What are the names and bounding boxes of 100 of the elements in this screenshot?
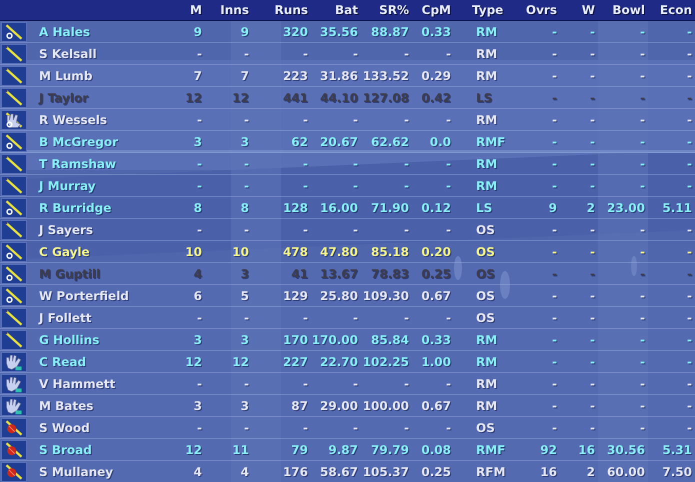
- column-header[interactable]: Bat: [311, 3, 361, 17]
- table-cell: -: [353, 112, 358, 126]
- table-cell: 5: [240, 288, 249, 302]
- column-header[interactable]: W: [560, 3, 598, 17]
- table-cell: -: [353, 178, 358, 192]
- table-cell: 30.56: [607, 442, 645, 456]
- table-cell: -: [353, 310, 358, 324]
- table-cell: RM: [476, 354, 498, 368]
- table-cell: -: [552, 112, 557, 126]
- table-cell: -: [552, 178, 557, 192]
- table-cell: -: [404, 156, 409, 170]
- table-cell: 3: [240, 266, 249, 280]
- player-name[interactable]: G Hollins: [39, 332, 100, 346]
- table-cell: -: [244, 420, 249, 434]
- table-cell: 176: [282, 464, 308, 478]
- table-cell: -: [303, 222, 308, 236]
- bat-ring-icon: [1, 132, 27, 152]
- table-cell: -: [687, 222, 692, 236]
- player-name[interactable]: J Sayers: [39, 222, 94, 236]
- player-name[interactable]: V Hammett: [39, 376, 116, 390]
- table-cell: 441: [282, 90, 308, 104]
- table-cell: -: [590, 156, 595, 170]
- table-cell: RMF: [476, 134, 506, 148]
- player-name[interactable]: S Broad: [39, 442, 92, 456]
- table-cell: 7: [240, 68, 249, 82]
- table-cell: 16: [540, 464, 557, 478]
- table-cell: -: [244, 310, 249, 324]
- table-cell: -: [590, 332, 595, 346]
- bat-icon: [1, 220, 27, 240]
- table-cell: 12: [185, 442, 202, 456]
- table-cell: -: [244, 222, 249, 236]
- table-cell: 44.10: [320, 90, 358, 104]
- player-name[interactable]: R Wessels: [39, 112, 108, 126]
- bat-icon: [1, 154, 27, 174]
- column-header[interactable]: SR%: [361, 3, 412, 17]
- table-cell: -: [353, 376, 358, 390]
- player-name[interactable]: C Gayle: [39, 244, 90, 258]
- table-cell: -: [446, 156, 451, 170]
- table-cell: -: [640, 156, 645, 170]
- column-header[interactable]: M: [160, 3, 205, 17]
- player-name[interactable]: J Taylor: [39, 90, 88, 104]
- table-cell: 16: [578, 442, 595, 456]
- column-header[interactable]: Econ: [648, 3, 695, 17]
- player-name[interactable]: B McGregor: [39, 134, 118, 148]
- table-cell: 10: [232, 244, 249, 258]
- table-cell: 6: [194, 288, 202, 302]
- player-name[interactable]: M Lumb: [39, 68, 92, 82]
- column-header[interactable]: CpM: [412, 3, 454, 17]
- table-cell: 22.70: [320, 354, 358, 368]
- table-cell: -: [590, 376, 595, 390]
- table-cell: 0.33: [421, 24, 451, 38]
- table-cell: -: [303, 112, 308, 126]
- column-header[interactable]: Inns: [205, 3, 252, 17]
- table-cell: 7.50: [662, 464, 692, 478]
- table-cell: -: [244, 112, 249, 126]
- table-cell: 320: [282, 24, 308, 38]
- player-name[interactable]: M Bates: [39, 398, 94, 412]
- table-cell: 0.29: [421, 68, 451, 82]
- table-cell: 0.20: [421, 244, 451, 258]
- table-cell: 128: [282, 200, 308, 214]
- table-cell: 9: [194, 24, 202, 38]
- table-cell: -: [590, 112, 595, 126]
- table-cell: 9: [548, 200, 557, 214]
- player-name[interactable]: C Read: [39, 354, 86, 368]
- player-name[interactable]: T Ramshaw: [39, 156, 116, 170]
- player-name[interactable]: W Porterfield: [39, 288, 129, 302]
- table-cell: -: [640, 266, 645, 280]
- table-cell: 23.00: [607, 200, 645, 214]
- player-name[interactable]: A Hales: [39, 24, 90, 38]
- table-cell: -: [640, 24, 645, 38]
- table-cell: RM: [476, 68, 498, 82]
- table-cell: 12: [185, 354, 202, 368]
- table-cell: -: [640, 112, 645, 126]
- table-cell: 227: [282, 354, 308, 368]
- bat-icon: [1, 330, 27, 350]
- table-cell: -: [552, 266, 557, 280]
- table-cell: -: [404, 178, 409, 192]
- table-cell: 4: [194, 266, 202, 280]
- table-cell: -: [552, 222, 557, 236]
- table-cell: -: [687, 244, 692, 258]
- table-cell: -: [446, 420, 451, 434]
- table-cell: -: [404, 376, 409, 390]
- table-cell: -: [552, 156, 557, 170]
- player-name[interactable]: J Murray: [39, 178, 96, 192]
- table-cell: 25.80: [320, 288, 358, 302]
- player-name[interactable]: J Follett: [39, 310, 92, 324]
- table-cell: -: [640, 178, 645, 192]
- player-name[interactable]: S Wood: [39, 420, 90, 434]
- column-header[interactable]: Runs: [252, 3, 311, 17]
- table-cell: 62.62: [371, 134, 409, 148]
- player-name[interactable]: S Mullaney: [39, 464, 114, 478]
- table-cell: -: [687, 266, 692, 280]
- column-header[interactable]: Bowl: [598, 3, 648, 17]
- table-cell: -: [687, 178, 692, 192]
- player-name[interactable]: R Burridge: [39, 200, 112, 214]
- table-cell: 2: [586, 464, 595, 478]
- table-cell: 58.67: [320, 464, 358, 478]
- column-header[interactable]: Type: [454, 3, 520, 17]
- player-name[interactable]: S Kelsall: [39, 46, 97, 60]
- column-header[interactable]: Ovrs: [520, 3, 560, 17]
